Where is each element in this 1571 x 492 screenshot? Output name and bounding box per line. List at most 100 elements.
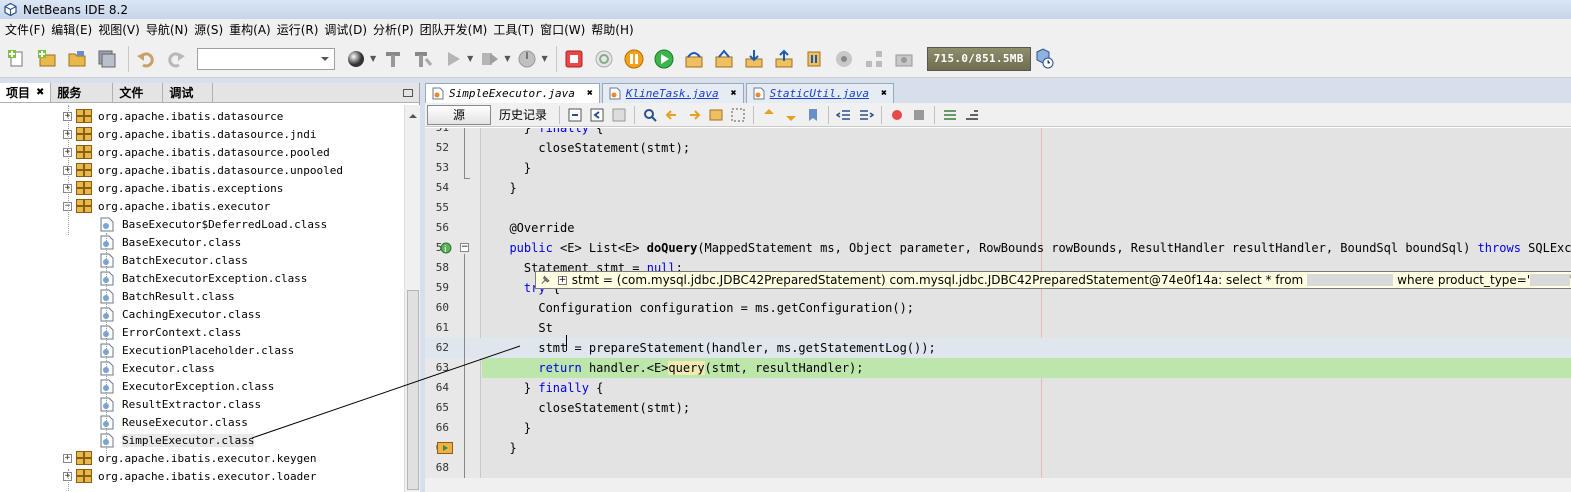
dropdown-arrow-icon[interactable]: ▼	[504, 54, 510, 63]
continue-icon[interactable]	[651, 46, 677, 72]
editor-tab[interactable]: KlineTask.java ✖	[601, 83, 744, 103]
next-bookmark-icon[interactable]	[782, 106, 800, 124]
shift-left-icon[interactable]	[835, 106, 853, 124]
tree-package-node[interactable]: − org.apache.ibatis.executor	[63, 197, 270, 215]
expand-icon[interactable]: +	[63, 453, 72, 463]
menu-item[interactable]: 源(S)	[191, 21, 226, 38]
tree-package-node[interactable]: + org.apache.ibatis.datasource.jndi	[63, 125, 317, 143]
tree-class-node[interactable]: BatchExecutorException.class	[100, 269, 307, 287]
clean-build-icon[interactable]	[410, 46, 436, 72]
menu-item[interactable]: 工具(T)	[490, 21, 537, 38]
code-line[interactable]: 61 St	[425, 318, 1571, 338]
apply-code-changes-icon[interactable]	[831, 46, 857, 72]
menu-item[interactable]: 窗口(W)	[537, 21, 588, 38]
dropdown-arrow-icon[interactable]: ▼	[370, 54, 376, 63]
step-out-icon[interactable]	[771, 46, 797, 72]
comment-icon[interactable]	[941, 106, 959, 124]
last-edit-icon[interactable]	[566, 106, 584, 124]
thread-dump-icon[interactable]	[861, 46, 887, 72]
redo-icon[interactable]	[163, 46, 189, 72]
step-over-expression-icon[interactable]	[711, 46, 737, 72]
run-to-cursor-icon[interactable]	[801, 46, 827, 72]
pause-icon[interactable]	[621, 46, 647, 72]
toggle-bookmark-icon[interactable]	[804, 106, 822, 124]
previous-bookmark-icon[interactable]	[760, 106, 778, 124]
step-into-icon[interactable]	[741, 46, 767, 72]
editor-tab[interactable]: SimpleExecutor.java ✖	[425, 83, 600, 103]
project-sphere-icon[interactable]	[343, 46, 369, 72]
menu-item[interactable]: 编辑(E)	[48, 21, 95, 38]
new-file-icon[interactable]	[4, 46, 30, 72]
run-icon[interactable]	[440, 46, 466, 72]
tab-debug[interactable]: 调试	[163, 83, 214, 102]
tree-class-node[interactable]: SimpleExecutor.class	[100, 431, 255, 449]
menu-item[interactable]: 重构(A)	[226, 21, 274, 38]
tree-package-node[interactable]: + org.apache.ibatis.datasource.unpooled	[63, 161, 343, 179]
menu-item[interactable]: 团队开发(M)	[417, 21, 491, 38]
tab-files[interactable]: 文件	[113, 83, 164, 102]
find-next-icon[interactable]	[685, 106, 703, 124]
menu-item[interactable]: 导航(N)	[143, 21, 191, 38]
code-line[interactable]: 52 closeStatement(stmt);	[425, 138, 1571, 158]
code-line[interactable]: 67 }	[425, 438, 1571, 458]
tree-class-node[interactable]: ErrorContext.class	[100, 323, 241, 341]
find-previous-icon[interactable]	[663, 106, 681, 124]
debug-icon[interactable]	[477, 46, 503, 72]
profile-icon[interactable]	[514, 46, 540, 72]
tree-class-node[interactable]: CachingExecutor.class	[100, 305, 261, 323]
expand-icon[interactable]: +	[557, 275, 567, 285]
back-icon[interactable]	[588, 106, 606, 124]
tab-projects[interactable]: 项目 ✖	[0, 83, 52, 102]
variable-value-tooltip[interactable]: + stmt = (com.mysql.jdbc.JDBC42PreparedS…	[535, 271, 1571, 289]
editor-tab[interactable]: StaticUtil.java ✖	[745, 83, 894, 103]
tree-package-node[interactable]: + org.apache.ibatis.exceptions	[63, 179, 283, 197]
code-line[interactable]: 64 } finally {	[425, 378, 1571, 398]
tree-class-node[interactable]: BatchResult.class	[100, 287, 235, 305]
build-hammer-icon[interactable]	[380, 46, 406, 72]
tab-services[interactable]: 服务	[51, 83, 114, 102]
finish-debugger-icon[interactable]	[561, 46, 587, 72]
code-editor[interactable]: 51 } finally {52 closeStatement(stmt);53…	[425, 128, 1571, 492]
undo-icon[interactable]	[133, 46, 159, 72]
memory-usage-meter[interactable]: 715.0/851.5MB	[926, 46, 1031, 71]
source-view-button[interactable]: 源	[427, 104, 491, 125]
code-line[interactable]: 62 stmt = prepareStatement(handler, ms.g…	[425, 338, 1571, 358]
menu-item[interactable]: 文件(F)	[2, 21, 48, 38]
shift-right-icon[interactable]	[857, 106, 875, 124]
scrollbar-thumb[interactable]	[407, 290, 419, 490]
history-view-button[interactable]: 历史记录	[491, 106, 555, 123]
select-in-icon[interactable]	[729, 106, 747, 124]
minimize-icon[interactable]	[403, 88, 413, 97]
tree-class-node[interactable]: ExecutorException.class	[100, 377, 274, 395]
menu-item[interactable]: 调试(D)	[321, 21, 370, 38]
save-all-icon[interactable]	[94, 46, 120, 72]
tree-scrollbar[interactable]	[404, 105, 420, 492]
tree-package-node[interactable]: + org.apache.ibatis.datasource.pooled	[63, 143, 330, 161]
code-line[interactable]: 53 }	[425, 158, 1571, 178]
dropdown-arrow-icon[interactable]: ▼	[541, 54, 547, 63]
dropdown-arrow-icon[interactable]: ▼	[467, 54, 473, 63]
pause-icon-disabled[interactable]	[591, 46, 617, 72]
new-project-icon[interactable]	[34, 46, 60, 72]
find-icon[interactable]	[641, 106, 659, 124]
code-line[interactable]: 66 }	[425, 418, 1571, 438]
menu-item[interactable]: 帮助(H)	[588, 21, 636, 38]
snapshot-camera-icon[interactable]	[891, 46, 917, 72]
configuration-combo[interactable]	[197, 47, 335, 70]
pin-icon[interactable]	[540, 274, 551, 286]
tree-class-node[interactable]: BaseExecutor.class	[100, 233, 241, 251]
tree-class-node[interactable]: ExecutionPlaceholder.class	[100, 341, 294, 359]
tree-class-node[interactable]: ReuseExecutor.class	[100, 413, 248, 431]
override-annotation-icon[interactable]: i	[440, 242, 452, 257]
menu-item[interactable]: 运行(R)	[274, 21, 322, 38]
code-line[interactable]: 56 @Override	[425, 218, 1571, 238]
toggle-highlight-icon[interactable]	[707, 106, 725, 124]
code-line[interactable]: 57 public <E> List<E> doQuery(MappedStat…	[425, 238, 1571, 258]
close-icon[interactable]: ✖	[731, 88, 737, 99]
tree-class-node[interactable]: ResultExtractor.class	[100, 395, 261, 413]
code-line[interactable]: 54 }	[425, 178, 1571, 198]
fold-collapse-icon[interactable]: −	[460, 243, 469, 252]
program-counter-icon[interactable]	[437, 442, 453, 457]
code-line[interactable]: 63 return handler.<E>query(stmt, resultH…	[425, 358, 1571, 378]
tree-package-node[interactable]: + org.apache.ibatis.executor.loader	[63, 467, 317, 485]
